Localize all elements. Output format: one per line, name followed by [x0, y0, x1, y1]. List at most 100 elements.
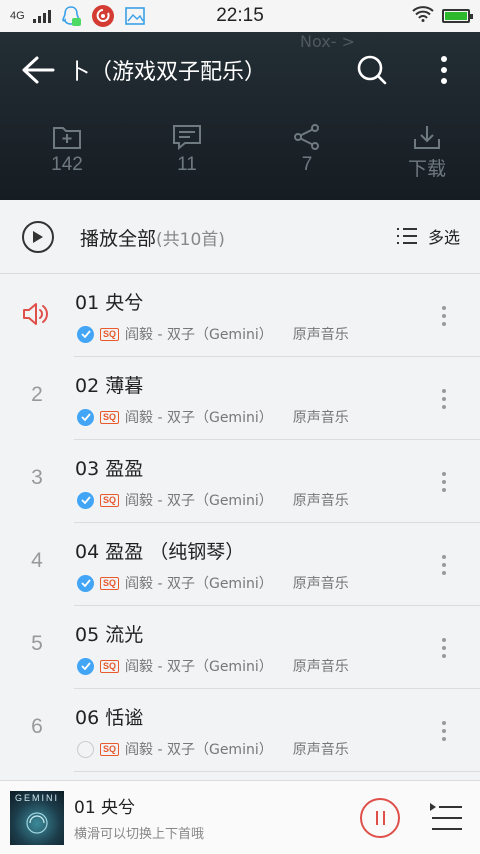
downloaded-check-icon — [77, 408, 94, 426]
page-title: 卜（游戏双子配乐） — [68, 60, 267, 85]
back-button[interactable] — [8, 44, 68, 96]
play-all-text: 播放全部 — [80, 228, 157, 250]
sq-quality-badge: SQ — [100, 576, 120, 590]
playlist-button[interactable] — [428, 801, 464, 835]
now-playing-hint: 横滑可以切换上下首哦 — [74, 827, 205, 842]
not-downloaded-circle-icon — [77, 740, 94, 758]
back-arrow-icon — [22, 56, 55, 84]
pause-button[interactable] — [360, 798, 400, 838]
collect-count: 142 — [51, 154, 83, 175]
song-title: 01 央兮 — [75, 292, 144, 314]
list-icon — [397, 228, 417, 244]
song-title: 04 盈盈 （纯钢琴） — [75, 541, 245, 563]
multi-select-button[interactable]: 多选 — [396, 224, 460, 248]
signal-icon — [32, 9, 51, 23]
row-divider — [74, 771, 480, 772]
song-artist: 阎毅 - 双子（Gemini） — [125, 327, 273, 343]
play-icon — [33, 231, 43, 243]
song-meta: SQ 阎毅 - 双子（Gemini） 原声音乐 — [77, 490, 349, 510]
song-index: 3 — [31, 466, 43, 489]
song-artist: 阎毅 - 双子（Gemini） — [125, 576, 273, 592]
song-title: 02 薄暮 — [75, 375, 144, 397]
netease-music-icon — [91, 4, 115, 28]
song-meta: SQ 阎毅 - 双子（Gemini） 原声音乐 — [77, 407, 349, 427]
song-more-button[interactable] — [432, 381, 456, 417]
song-meta: SQ 阎毅 - 双子（Gemini） 原声音乐 — [77, 656, 349, 676]
song-meta: SQ 阎毅 - 双子（Gemini） 原声音乐 — [77, 324, 349, 344]
stats-row: 142 11 7 下载 — [0, 124, 480, 184]
album-cover[interactable]: GEMINI — [10, 791, 64, 845]
search-icon — [357, 55, 387, 85]
now-playing-speaker-icon — [22, 302, 50, 330]
song-index: 2 — [31, 383, 43, 406]
song-meta: SQ 阎毅 - 双子（Gemini） 原声音乐 — [77, 573, 349, 593]
search-button[interactable] — [350, 44, 394, 96]
song-row[interactable]: 3 03 盈盈 SQ 阎毅 - 双子（Gemini） 原声音乐 — [0, 440, 480, 523]
downloaded-check-icon — [77, 491, 94, 509]
share-count: 7 — [301, 154, 313, 175]
gallery-icon — [123, 4, 147, 28]
comment-count: 11 — [177, 154, 197, 175]
song-row[interactable]: 4 04 盈盈 （纯钢琴） SQ 阎毅 - 双子（Gemini） 原声音乐 — [0, 523, 480, 606]
song-album: 原声音乐 — [292, 659, 349, 675]
downloaded-check-icon — [77, 657, 94, 675]
song-more-button[interactable] — [432, 464, 456, 500]
download-icon — [414, 126, 440, 149]
song-album: 原声音乐 — [292, 410, 349, 426]
status-bar: 4G 22:15 — [0, 0, 480, 32]
song-album: 原声音乐 — [292, 576, 349, 592]
play-all-row[interactable]: 播放全部(共10首) 多选 — [0, 200, 480, 274]
nav-bar: 卜（游戏双子配乐） — [0, 44, 480, 96]
sq-quality-badge: SQ — [100, 327, 120, 341]
song-artist: 阎毅 - 双子（Gemini） — [125, 493, 273, 509]
song-album: 原声音乐 — [292, 742, 349, 758]
download-label: 下载 — [407, 159, 446, 180]
song-index: 4 — [31, 549, 43, 572]
wifi-icon — [412, 5, 434, 27]
downloaded-check-icon — [77, 574, 94, 592]
song-row[interactable]: 01 央兮 SQ 阎毅 - 双子（Gemini） 原声音乐 — [0, 274, 480, 357]
downloaded-check-icon — [77, 325, 94, 343]
song-album: 原声音乐 — [292, 493, 349, 509]
battery-icon — [442, 9, 473, 23]
share-icon — [294, 124, 319, 150]
download-button[interactable]: 下载 — [374, 124, 480, 184]
sq-quality-badge: SQ — [100, 742, 120, 756]
song-row[interactable]: 5 05 流光 SQ 阎毅 - 双子（Gemini） 原声音乐 — [0, 606, 480, 689]
playlist-icon — [430, 803, 462, 830]
song-title: 05 流光 — [75, 624, 144, 646]
play-all-label: 播放全部(共10首) — [80, 224, 225, 251]
song-more-button[interactable] — [432, 298, 456, 334]
status-left: 4G — [10, 4, 147, 28]
mini-player[interactable]: GEMINI 01 央兮 横滑可以切换上下首哦 — [0, 780, 480, 854]
song-meta: SQ 阎毅 - 双子（Gemini） 原声音乐 — [77, 739, 349, 759]
sq-quality-badge: SQ — [100, 493, 120, 507]
sq-quality-badge: SQ — [100, 659, 120, 673]
more-options-button[interactable] — [422, 44, 466, 96]
multi-select-label: 多选 — [428, 228, 461, 247]
cover-art-icon — [26, 812, 48, 834]
playlist-header: Nox- > 卜（游戏双子配乐） 142 11 7 下载 — [0, 32, 480, 200]
collect-button[interactable]: 142 — [14, 124, 120, 184]
song-index: 5 — [31, 632, 43, 655]
sq-quality-badge: SQ — [100, 410, 120, 424]
more-vertical-icon — [441, 56, 447, 84]
share-button[interactable]: 7 — [254, 124, 360, 184]
song-list: 01 央兮 SQ 阎毅 - 双子（Gemini） 原声音乐 2 02 薄暮 SQ… — [0, 274, 480, 772]
song-more-button[interactable] — [432, 547, 456, 583]
qq-icon — [59, 4, 83, 28]
song-more-button[interactable] — [432, 630, 456, 666]
song-row[interactable]: 2 02 薄暮 SQ 阎毅 - 双子（Gemini） 原声音乐 — [0, 357, 480, 440]
play-all-button[interactable] — [22, 221, 54, 253]
play-all-count: (共10首) — [156, 230, 225, 250]
comment-button[interactable]: 11 — [134, 124, 240, 184]
song-artist: 阎毅 - 双子（Gemini） — [125, 659, 273, 675]
song-title: 06 恬谧 — [75, 707, 144, 729]
song-row[interactable]: 6 06 恬谧 SQ 阎毅 - 双子（Gemini） 原声音乐 — [0, 689, 480, 772]
song-title: 03 盈盈 — [75, 458, 144, 480]
song-artist: 阎毅 - 双子（Gemini） — [125, 410, 273, 426]
song-panel: 播放全部(共10首) 多选 01 央兮 SQ 阎毅 - 双子（Gemini） 原… — [0, 200, 480, 780]
song-more-button[interactable] — [432, 713, 456, 749]
folder-plus-icon — [53, 127, 81, 149]
network-type: 4G — [10, 10, 25, 22]
